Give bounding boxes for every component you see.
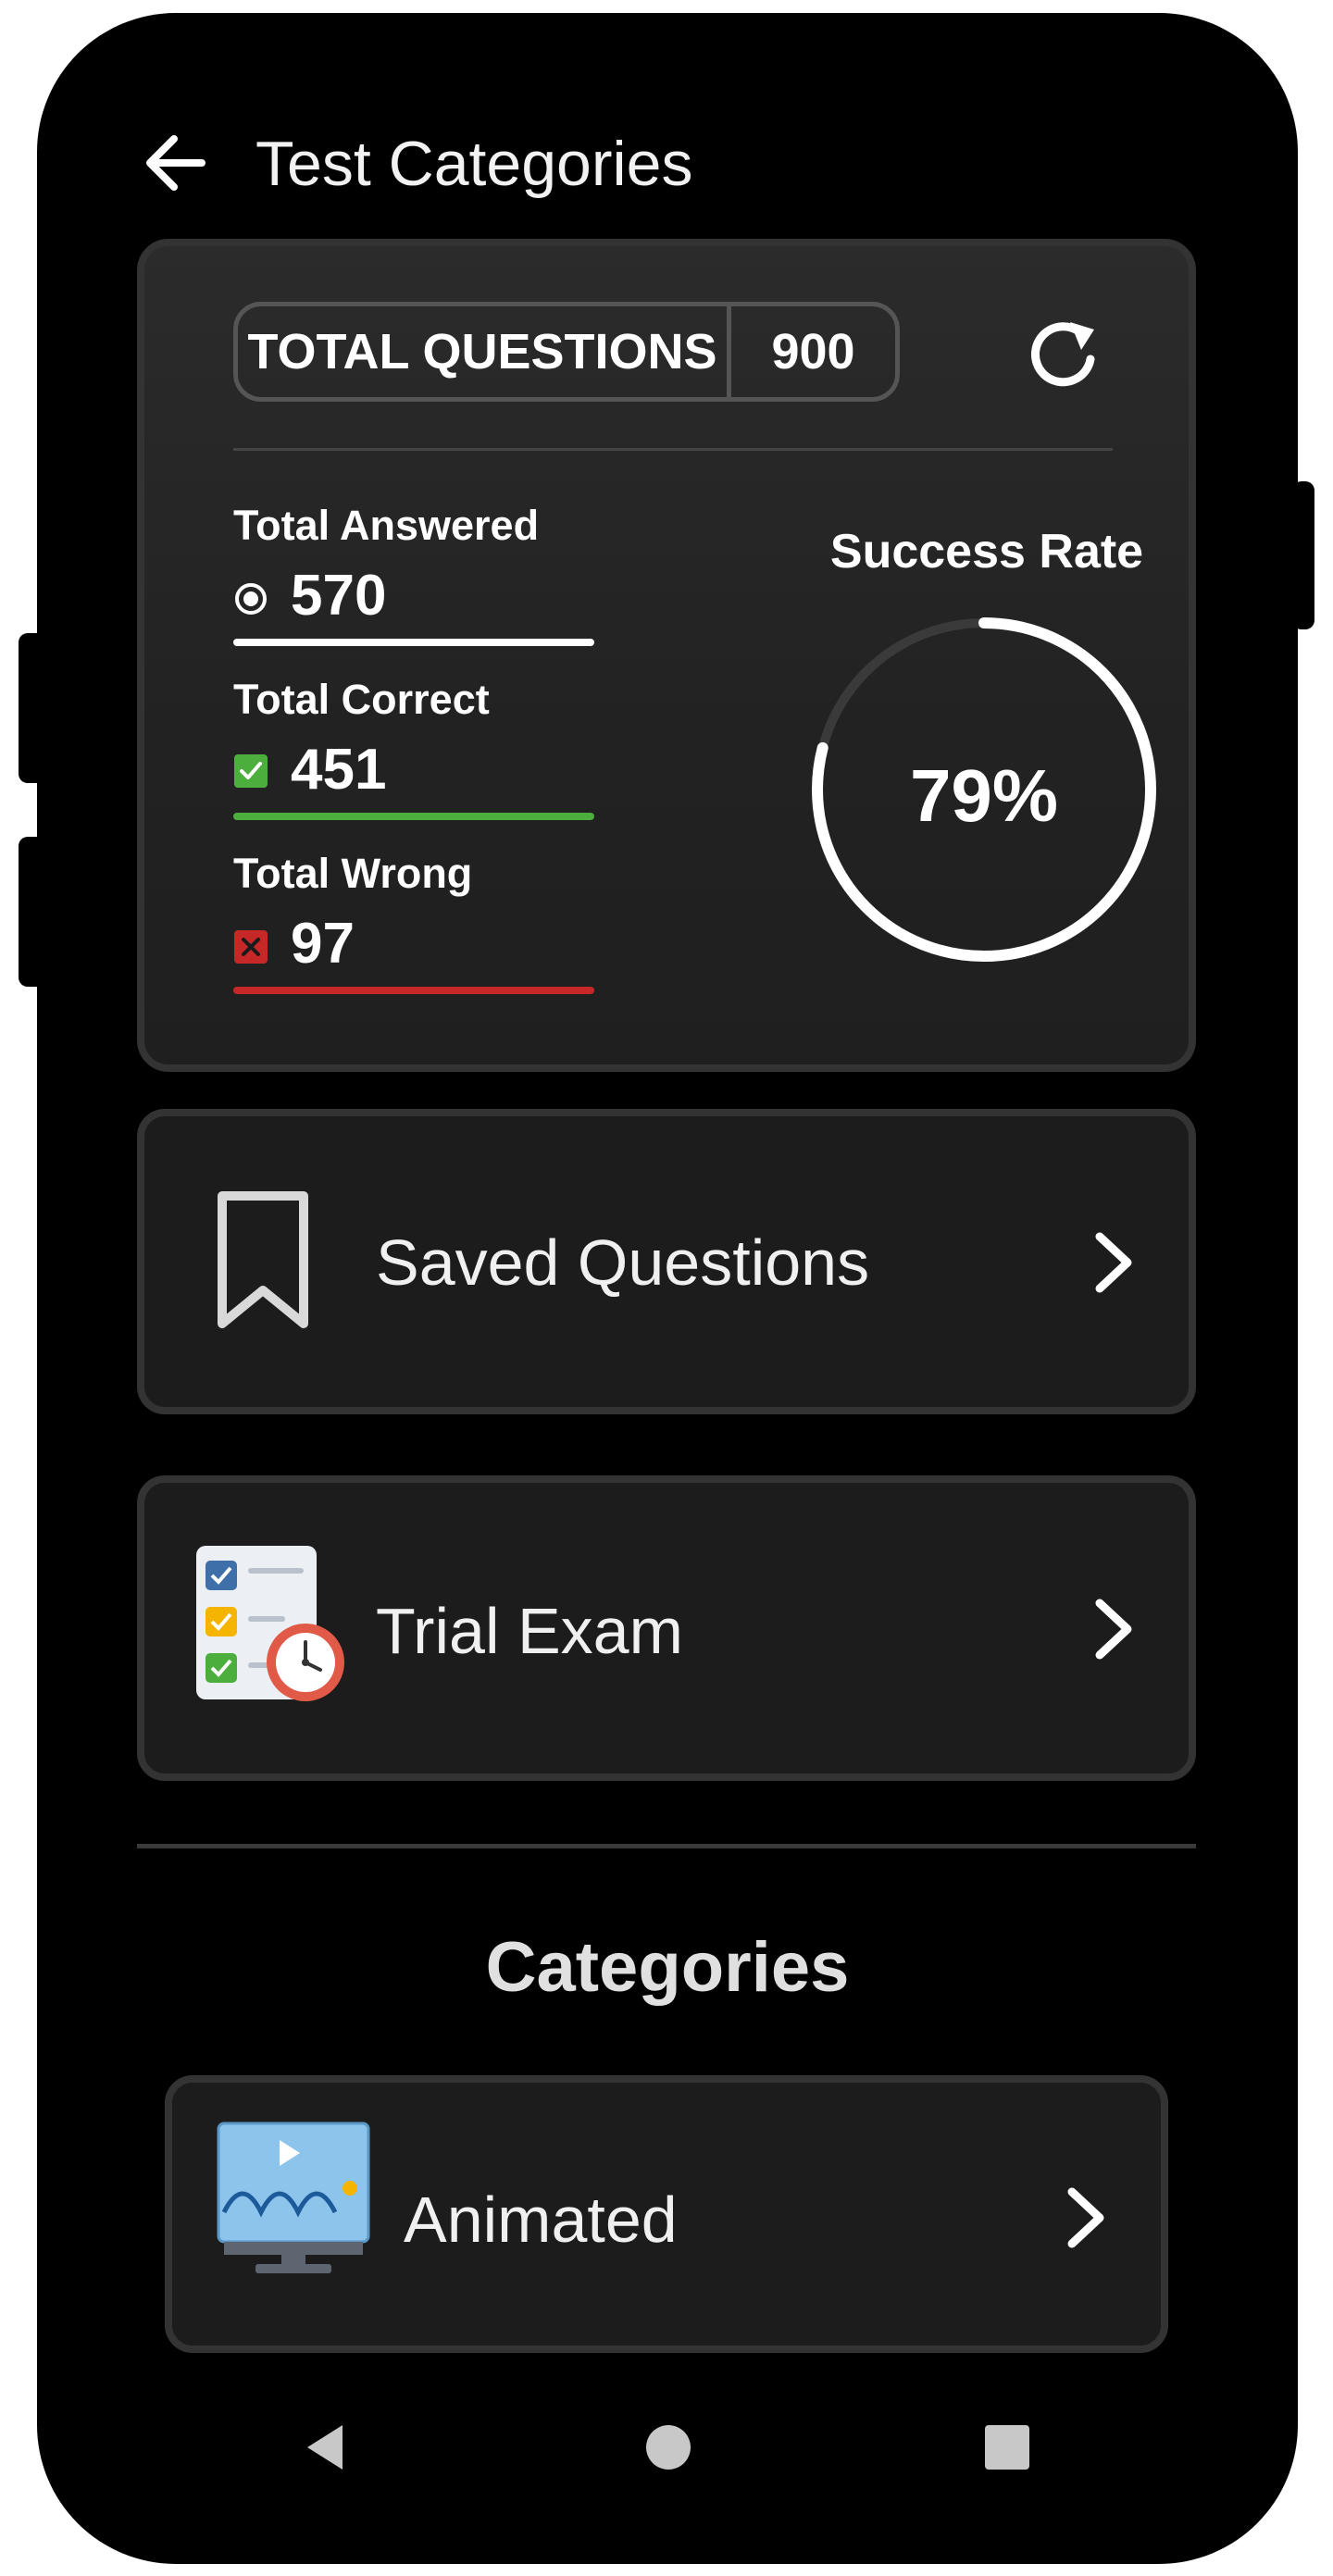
saved-questions-label: Saved Questions	[376, 1226, 870, 1299]
answered-value: 570	[291, 564, 387, 628]
correct-label: Total Correct	[233, 676, 490, 723]
total-questions-pill: TOTAL QUESTIONS 900	[233, 302, 900, 402]
nav-recents-icon[interactable]	[979, 2420, 1035, 2475]
correct-value: 451	[291, 738, 387, 802]
section-divider	[137, 1844, 1196, 1848]
phone-screen: Test Categories TOTAL QUESTIONS 900 Tota…	[37, 13, 1298, 2564]
answered-bar	[233, 639, 594, 646]
answered-label: Total Answered	[233, 502, 540, 549]
chevron-right-icon	[1067, 2187, 1104, 2248]
success-rate-label: Success Rate	[829, 525, 1144, 579]
success-rate-value: 79%	[909, 754, 1059, 837]
radio-target-icon	[235, 583, 267, 615]
chevron-right-icon	[1095, 1599, 1132, 1660]
animated-monitor-icon	[217, 2122, 370, 2273]
refresh-icon[interactable]	[1024, 313, 1107, 396]
exam-clock-icon	[196, 1546, 344, 1701]
categories-title: Categories	[485, 1928, 850, 2007]
stats-card: TOTAL QUESTIONS 900 Total Answered 570 T…	[137, 239, 1196, 1072]
checkbox-checked-icon	[234, 754, 268, 788]
saved-questions-button[interactable]: Saved Questions	[137, 1109, 1196, 1414]
bookmark-icon	[218, 1191, 308, 1328]
chevron-right-icon	[1095, 1232, 1132, 1293]
category-label-animated: Animated	[404, 2184, 678, 2256]
correct-bar	[233, 813, 594, 820]
wrong-bar	[233, 987, 594, 994]
nav-back-icon[interactable]	[298, 2420, 354, 2475]
page-title: Test Categories	[255, 129, 693, 199]
x-box-icon	[234, 930, 268, 964]
trial-exam-label: Trial Exam	[376, 1595, 683, 1667]
total-questions-label: TOTAL QUESTIONS	[238, 306, 731, 397]
card-divider	[233, 448, 1113, 451]
nav-home-icon[interactable]	[641, 2420, 696, 2475]
back-arrow-icon[interactable]	[137, 124, 215, 202]
category-item-animated[interactable]: Animated	[165, 2075, 1168, 2353]
wrong-value: 97	[291, 912, 355, 976]
trial-exam-button[interactable]: Trial Exam	[137, 1475, 1196, 1781]
total-questions-value: 900	[771, 324, 855, 380]
wrong-label: Total Wrong	[233, 850, 473, 897]
